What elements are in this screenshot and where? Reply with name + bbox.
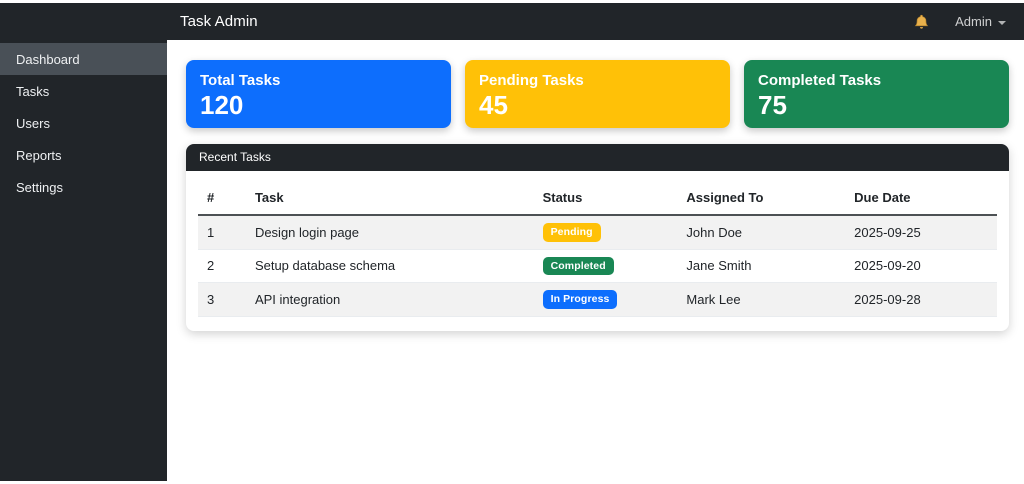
cell-assigned: Jane Smith xyxy=(677,249,845,283)
status-badge: In Progress xyxy=(543,290,618,309)
notification-bell-icon[interactable] xyxy=(914,14,929,30)
header-num: # xyxy=(198,181,246,215)
user-menu-label: Admin xyxy=(955,14,992,29)
cell-assigned: Mark Lee xyxy=(677,283,845,317)
table-row: 2 Setup database schema Completed Jane S… xyxy=(198,249,997,283)
completed-tasks-value: 75 xyxy=(758,91,995,120)
recent-tasks-title: Recent Tasks xyxy=(186,144,1009,171)
cell-num: 2 xyxy=(198,249,246,283)
completed-tasks-card: Completed Tasks 75 xyxy=(744,60,1009,128)
pending-tasks-card: Pending Tasks 45 xyxy=(465,60,730,128)
stat-cards-row: Total Tasks 120 Pending Tasks 45 Complet… xyxy=(186,60,1009,128)
status-badge: Pending xyxy=(543,223,601,242)
cell-due: 2025-09-28 xyxy=(845,283,997,317)
top-navbar: Task Admin Admin xyxy=(0,3,1024,40)
cell-due: 2025-09-25 xyxy=(845,215,997,249)
header-due-date: Due Date xyxy=(845,181,997,215)
total-tasks-value: 120 xyxy=(200,91,437,120)
navbar-right-group: Admin xyxy=(914,14,1024,30)
total-tasks-label: Total Tasks xyxy=(200,72,437,89)
page-layout: Dashboard Tasks Users Reports Settings T… xyxy=(0,40,1024,481)
recent-tasks-body: # Task Status Assigned To Due Date 1 Des… xyxy=(186,171,1009,331)
sidebar-item-dashboard[interactable]: Dashboard xyxy=(0,43,167,75)
cell-task: Setup database schema xyxy=(246,249,534,283)
recent-tasks-table: # Task Status Assigned To Due Date 1 Des… xyxy=(198,181,997,317)
sidebar: Dashboard Tasks Users Reports Settings xyxy=(0,40,167,481)
sidebar-item-tasks[interactable]: Tasks xyxy=(0,75,167,107)
sidebar-item-reports[interactable]: Reports xyxy=(0,139,167,171)
header-status: Status xyxy=(534,181,678,215)
table-row: 3 API integration In Progress Mark Lee 2… xyxy=(198,283,997,317)
recent-tasks-panel: Recent Tasks # Task Status Assigned To D… xyxy=(186,144,1009,331)
sidebar-item-settings[interactable]: Settings xyxy=(0,171,167,203)
table-header-row: # Task Status Assigned To Due Date xyxy=(198,181,997,215)
header-task: Task xyxy=(246,181,534,215)
cell-due: 2025-09-20 xyxy=(845,249,997,283)
table-row: 1 Design login page Pending John Doe 202… xyxy=(198,215,997,249)
cell-assigned: John Doe xyxy=(677,215,845,249)
total-tasks-card: Total Tasks 120 xyxy=(186,60,451,128)
pending-tasks-value: 45 xyxy=(479,91,716,120)
cell-task: Design login page xyxy=(246,215,534,249)
main-content: Total Tasks 120 Pending Tasks 45 Complet… xyxy=(167,40,1024,481)
cell-num: 3 xyxy=(198,283,246,317)
chevron-down-icon xyxy=(998,21,1006,25)
sidebar-item-users[interactable]: Users xyxy=(0,107,167,139)
cell-num: 1 xyxy=(198,215,246,249)
app-title: Task Admin xyxy=(0,13,258,30)
header-assigned-to: Assigned To xyxy=(677,181,845,215)
completed-tasks-label: Completed Tasks xyxy=(758,72,995,89)
pending-tasks-label: Pending Tasks xyxy=(479,72,716,89)
user-menu[interactable]: Admin xyxy=(955,14,1006,29)
cell-task: API integration xyxy=(246,283,534,317)
status-badge: Completed xyxy=(543,257,614,276)
